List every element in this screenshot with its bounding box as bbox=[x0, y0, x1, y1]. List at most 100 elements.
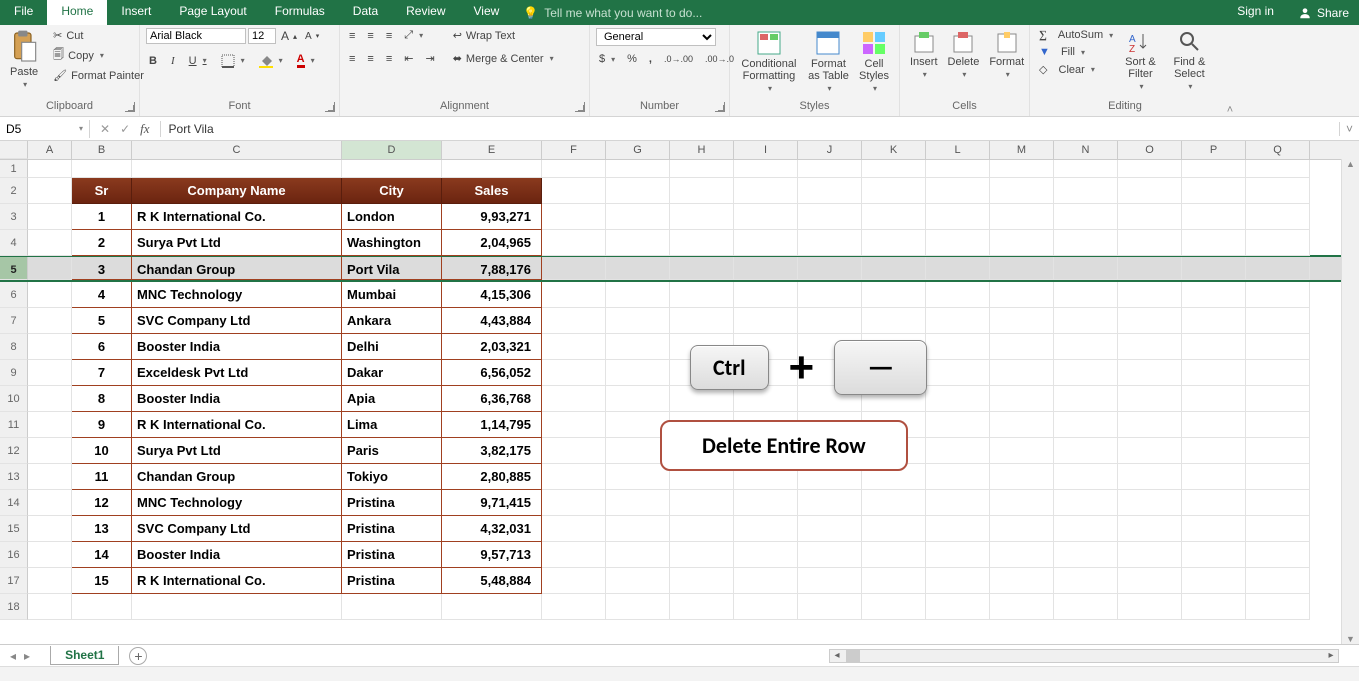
cell-city[interactable]: Paris bbox=[342, 438, 442, 464]
cell[interactable] bbox=[862, 160, 926, 178]
cell-city[interactable]: Dakar bbox=[342, 360, 442, 386]
align-left-button[interactable]: ≡ bbox=[346, 52, 358, 66]
tab-pagelayout[interactable]: Page Layout bbox=[165, 0, 260, 25]
cell[interactable] bbox=[542, 594, 606, 620]
cell-city[interactable]: Pristina bbox=[342, 568, 442, 594]
format-cells-button[interactable]: Format▾ bbox=[985, 28, 1028, 81]
cell[interactable] bbox=[606, 334, 670, 360]
cell-city[interactable]: London bbox=[342, 204, 442, 230]
cell[interactable] bbox=[606, 160, 670, 178]
share-button[interactable]: Share bbox=[1288, 0, 1359, 25]
cell-company[interactable]: MNC Technology bbox=[132, 282, 342, 308]
cell[interactable] bbox=[670, 516, 734, 542]
header-city[interactable]: City bbox=[342, 178, 442, 204]
cell-sales[interactable]: 1,14,795 bbox=[442, 412, 542, 438]
cell[interactable] bbox=[734, 594, 798, 620]
align-bottom-button[interactable]: ≡ bbox=[383, 29, 395, 43]
cell[interactable] bbox=[1246, 464, 1310, 490]
cell[interactable] bbox=[606, 257, 670, 280]
clipboard-dialog-launcher[interactable] bbox=[125, 102, 135, 112]
row-header[interactable]: 18 bbox=[0, 594, 28, 620]
cell[interactable] bbox=[1246, 542, 1310, 568]
number-format-select[interactable]: General bbox=[596, 28, 716, 46]
cell[interactable] bbox=[1182, 594, 1246, 620]
cell[interactable] bbox=[1246, 334, 1310, 360]
row-header[interactable]: 9 bbox=[0, 360, 28, 386]
cell[interactable] bbox=[798, 178, 862, 204]
decrease-indent-button[interactable]: ⇤ bbox=[401, 51, 416, 66]
cell-sr[interactable]: 7 bbox=[72, 360, 132, 386]
cell[interactable] bbox=[926, 160, 990, 178]
col-I[interactable]: I bbox=[734, 141, 798, 159]
cell[interactable] bbox=[28, 178, 72, 204]
cell[interactable] bbox=[1118, 204, 1182, 230]
vertical-scrollbar[interactable] bbox=[1341, 159, 1359, 644]
cell[interactable] bbox=[1054, 386, 1118, 412]
cell[interactable] bbox=[862, 542, 926, 568]
cell-company[interactable]: Booster India bbox=[132, 542, 342, 568]
cell[interactable] bbox=[1246, 360, 1310, 386]
comma-button[interactable]: , bbox=[646, 52, 655, 66]
cell[interactable] bbox=[734, 490, 798, 516]
bold-button[interactable]: B bbox=[146, 54, 160, 68]
cell[interactable] bbox=[1182, 568, 1246, 594]
cell[interactable] bbox=[542, 178, 606, 204]
cell-sr[interactable]: 10 bbox=[72, 438, 132, 464]
cancel-formula-button[interactable]: ✕ bbox=[100, 122, 110, 136]
cell[interactable] bbox=[862, 282, 926, 308]
col-A[interactable]: A bbox=[28, 141, 72, 159]
cell[interactable] bbox=[862, 204, 926, 230]
cell-sales[interactable]: 6,56,052 bbox=[442, 360, 542, 386]
cell[interactable] bbox=[28, 542, 72, 568]
cell-city[interactable]: Lima bbox=[342, 412, 442, 438]
cell[interactable] bbox=[72, 160, 132, 178]
cell[interactable] bbox=[442, 594, 542, 620]
tab-home[interactable]: Home bbox=[47, 0, 107, 25]
cell[interactable] bbox=[670, 308, 734, 334]
cell[interactable] bbox=[798, 308, 862, 334]
col-O[interactable]: O bbox=[1118, 141, 1182, 159]
cell[interactable] bbox=[28, 334, 72, 360]
cell-city[interactable]: Apia bbox=[342, 386, 442, 412]
cell[interactable] bbox=[28, 594, 72, 620]
cell[interactable] bbox=[990, 230, 1054, 256]
cell[interactable] bbox=[1182, 160, 1246, 178]
decrease-font-button[interactable]: A▾ bbox=[302, 30, 322, 43]
cell[interactable] bbox=[1118, 334, 1182, 360]
cell[interactable] bbox=[1118, 542, 1182, 568]
cell-city[interactable]: Delhi bbox=[342, 334, 442, 360]
cell[interactable] bbox=[28, 412, 72, 438]
cell-city[interactable]: Ankara bbox=[342, 308, 442, 334]
cell[interactable] bbox=[1182, 178, 1246, 204]
cell[interactable] bbox=[926, 360, 990, 386]
cell[interactable] bbox=[1118, 516, 1182, 542]
cell-company[interactable]: SVC Company Ltd bbox=[132, 308, 342, 334]
cell[interactable] bbox=[1054, 516, 1118, 542]
tab-formulas[interactable]: Formulas bbox=[261, 0, 339, 25]
cell[interactable] bbox=[734, 282, 798, 308]
cell[interactable] bbox=[926, 282, 990, 308]
row-header[interactable]: 7 bbox=[0, 308, 28, 334]
autosum-button[interactable]: ∑ AutoSum▾ bbox=[1036, 28, 1116, 42]
cell[interactable] bbox=[1054, 594, 1118, 620]
cell[interactable] bbox=[862, 257, 926, 280]
cell[interactable] bbox=[542, 516, 606, 542]
cell-sr[interactable]: 1 bbox=[72, 204, 132, 230]
cell-sr[interactable]: 12 bbox=[72, 490, 132, 516]
cell[interactable] bbox=[1246, 178, 1310, 204]
cell-sr[interactable]: 9 bbox=[72, 412, 132, 438]
increase-font-button[interactable]: A▴ bbox=[278, 28, 300, 44]
cell[interactable] bbox=[798, 257, 862, 280]
cell[interactable] bbox=[342, 160, 442, 178]
cell[interactable] bbox=[28, 386, 72, 412]
row-header[interactable]: 10 bbox=[0, 386, 28, 412]
paste-button[interactable]: Paste▾ bbox=[6, 28, 42, 91]
cell[interactable] bbox=[1182, 516, 1246, 542]
cell[interactable] bbox=[1118, 568, 1182, 594]
cell[interactable] bbox=[1054, 412, 1118, 438]
cell-company[interactable]: Surya Pvt Ltd bbox=[132, 230, 342, 256]
cell[interactable] bbox=[542, 257, 606, 280]
cell[interactable] bbox=[542, 568, 606, 594]
cell-company[interactable]: R K International Co. bbox=[132, 412, 342, 438]
cell[interactable] bbox=[28, 438, 72, 464]
